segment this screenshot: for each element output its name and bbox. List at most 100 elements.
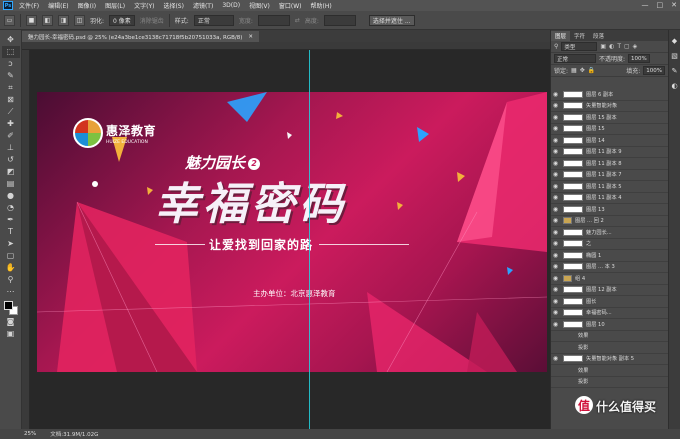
- visibility-eye-icon[interactable]: ◉: [551, 160, 560, 167]
- healing-brush-tool-icon[interactable]: ✚: [2, 118, 20, 130]
- document-tab[interactable]: 魅力园长-幸福密码.psd @ 25% (e24a3be1ce3138c7171…: [22, 31, 259, 42]
- visibility-eye-icon[interactable]: ◉: [551, 91, 560, 98]
- filter-pixel-icon[interactable]: ▣: [600, 43, 606, 50]
- history-brush-tool-icon[interactable]: ↺: [2, 154, 20, 166]
- zoom-level[interactable]: 25%: [24, 431, 36, 437]
- visibility-eye-icon[interactable]: ◉: [551, 125, 560, 132]
- rectangle-tool-icon[interactable]: ▢: [2, 250, 20, 262]
- quick-select-tool-icon[interactable]: ✎: [2, 70, 20, 82]
- layer-row[interactable]: ◉ 图层 13: [551, 204, 669, 216]
- layer-row[interactable]: ◉ 矢量智能对象: [551, 101, 669, 112]
- menu-type[interactable]: 文字(Y): [134, 1, 154, 10]
- visibility-eye-icon[interactable]: ◉: [551, 194, 560, 201]
- menu-filter[interactable]: 滤镜(T): [193, 1, 213, 10]
- visibility-eye-icon[interactable]: ◉: [551, 229, 560, 236]
- visibility-eye-icon[interactable]: ◉: [551, 217, 560, 224]
- quick-mask-icon[interactable]: ◙: [2, 316, 20, 328]
- adjustments-dock-icon[interactable]: ◐: [670, 81, 679, 90]
- layer-row[interactable]: ◉ 图层 15 副本: [551, 112, 669, 124]
- filter-adjust-icon[interactable]: ◐: [609, 43, 614, 50]
- layer-row[interactable]: ◉ 图层 ... 本 3: [551, 262, 669, 273]
- tab-layers[interactable]: 图层: [551, 31, 571, 41]
- layers-dock-icon[interactable]: ◆: [670, 36, 679, 45]
- add-selection-icon[interactable]: ◧: [42, 14, 53, 26]
- visibility-eye-icon[interactable]: ◉: [551, 102, 560, 109]
- layer-row[interactable]: ◉ 图层 11 副本 5: [551, 181, 669, 193]
- menu-3d[interactable]: 3D(D): [222, 2, 240, 9]
- eraser-tool-icon[interactable]: ◩: [2, 166, 20, 178]
- marquee-tool-icon[interactable]: ⬚: [1, 46, 20, 58]
- lock-pixels-icon[interactable]: ▦: [571, 67, 577, 74]
- filter-type-icon[interactable]: T: [617, 43, 621, 50]
- minimize-button[interactable]: —: [642, 1, 649, 9]
- select-and-mask-button[interactable]: 选择并遮住 ...: [368, 14, 415, 26]
- new-selection-icon[interactable]: ■: [26, 14, 37, 26]
- crop-tool-icon[interactable]: ⌗: [2, 82, 20, 94]
- layer-row[interactable]: ◉ 图层 10: [551, 319, 669, 331]
- visibility-eye-icon[interactable]: ◉: [551, 275, 560, 282]
- visibility-eye-icon[interactable]: ◉: [551, 206, 560, 213]
- channels-dock-icon[interactable]: ▧: [670, 51, 679, 60]
- paths-dock-icon[interactable]: ✎: [670, 66, 679, 75]
- blend-mode-select[interactable]: 正常: [554, 54, 596, 63]
- layer-row[interactable]: ◉ 椭圆 1: [551, 250, 669, 262]
- visibility-eye-icon[interactable]: ◉: [551, 114, 560, 121]
- height-input[interactable]: [323, 14, 356, 26]
- width-input[interactable]: [257, 14, 290, 26]
- filter-shape-icon[interactable]: ▢: [624, 43, 630, 50]
- close-tab-icon[interactable]: ✕: [248, 34, 253, 40]
- layer-row[interactable]: ◉ 图层 12 副本: [551, 285, 669, 296]
- visibility-eye-icon[interactable]: ◉: [551, 263, 560, 270]
- dodge-tool-icon[interactable]: ◔: [2, 202, 20, 214]
- color-swatches[interactable]: [2, 300, 20, 316]
- visibility-eye-icon[interactable]: ◉: [551, 183, 560, 190]
- lock-all-icon[interactable]: 🔒: [588, 67, 595, 74]
- maximize-button[interactable]: □: [657, 1, 664, 9]
- marquee-tool-preset-icon[interactable]: ▭: [4, 14, 15, 26]
- layer-row[interactable]: ◉ 图层 15: [551, 124, 669, 135]
- antialias-checkbox[interactable]: 消除锯齿: [140, 16, 164, 25]
- layer-row[interactable]: ◉ 图层 6 副本: [551, 89, 669, 101]
- fill-input[interactable]: 100%: [643, 66, 665, 75]
- layer-row[interactable]: ◉ 图层 14: [551, 135, 669, 147]
- move-tool-icon[interactable]: ✥: [2, 34, 20, 46]
- layer-row[interactable]: ◉ 图层 ... 回 2: [551, 216, 669, 227]
- hand-tool-icon[interactable]: ✋: [2, 262, 20, 274]
- tab-paragraph[interactable]: 段落: [589, 31, 608, 41]
- style-select[interactable]: 正常: [193, 14, 234, 26]
- layer-row[interactable]: ◉ 魅力园长...: [551, 227, 669, 239]
- clone-stamp-tool-icon[interactable]: ⊥: [2, 142, 20, 154]
- pen-tool-icon[interactable]: ✒: [2, 214, 20, 226]
- visibility-eye-icon[interactable]: ◉: [551, 148, 560, 155]
- type-tool-icon[interactable]: T: [2, 226, 20, 238]
- foreground-color-swatch[interactable]: [3, 301, 13, 310]
- menu-edit[interactable]: 编辑(E): [48, 1, 68, 10]
- layer-row[interactable]: ◉ 图层 11 副本 9: [551, 147, 669, 158]
- menu-help[interactable]: 帮助(H): [311, 1, 332, 10]
- layer-row[interactable]: 效果: [551, 331, 669, 342]
- frame-tool-icon[interactable]: ⊠: [2, 94, 20, 106]
- blur-tool-icon[interactable]: ●: [2, 190, 20, 202]
- menu-layer[interactable]: 图层(L): [105, 1, 125, 10]
- layer-row[interactable]: ◉ 组 4: [551, 273, 669, 285]
- eyedropper-tool-icon[interactable]: ⟋: [2, 106, 20, 118]
- subtract-selection-icon[interactable]: ◨: [58, 14, 69, 26]
- visibility-eye-icon[interactable]: ◉: [551, 286, 560, 293]
- filter-kind-select[interactable]: 类型: [561, 42, 598, 51]
- lasso-tool-icon[interactable]: ↄ: [2, 58, 20, 70]
- menu-window[interactable]: 窗口(W): [279, 1, 302, 10]
- zoom-tool-icon[interactable]: ⚲: [2, 274, 20, 286]
- filter-smart-icon[interactable]: ◈: [633, 43, 638, 50]
- artwork-canvas[interactable]: 惠泽教育 HUIZE EDUCATION 魅力园长 2 幸福密码 让爱找到回家的路…: [37, 92, 547, 372]
- tab-character[interactable]: 字符: [570, 31, 589, 41]
- layer-row[interactable]: ◉ 图层 11 副本 8: [551, 158, 669, 170]
- visibility-eye-icon[interactable]: ◉: [551, 137, 560, 144]
- vertical-guide[interactable]: [309, 50, 310, 429]
- visibility-eye-icon[interactable]: ◉: [551, 321, 560, 328]
- layer-row[interactable]: 投影: [551, 377, 669, 388]
- close-window-button[interactable]: ✕: [671, 1, 677, 9]
- visibility-eye-icon[interactable]: ◉: [551, 171, 560, 178]
- brush-tool-icon[interactable]: ✐: [2, 130, 20, 142]
- horizontal-ruler[interactable]: [22, 42, 550, 50]
- menu-image[interactable]: 图像(I): [78, 1, 96, 10]
